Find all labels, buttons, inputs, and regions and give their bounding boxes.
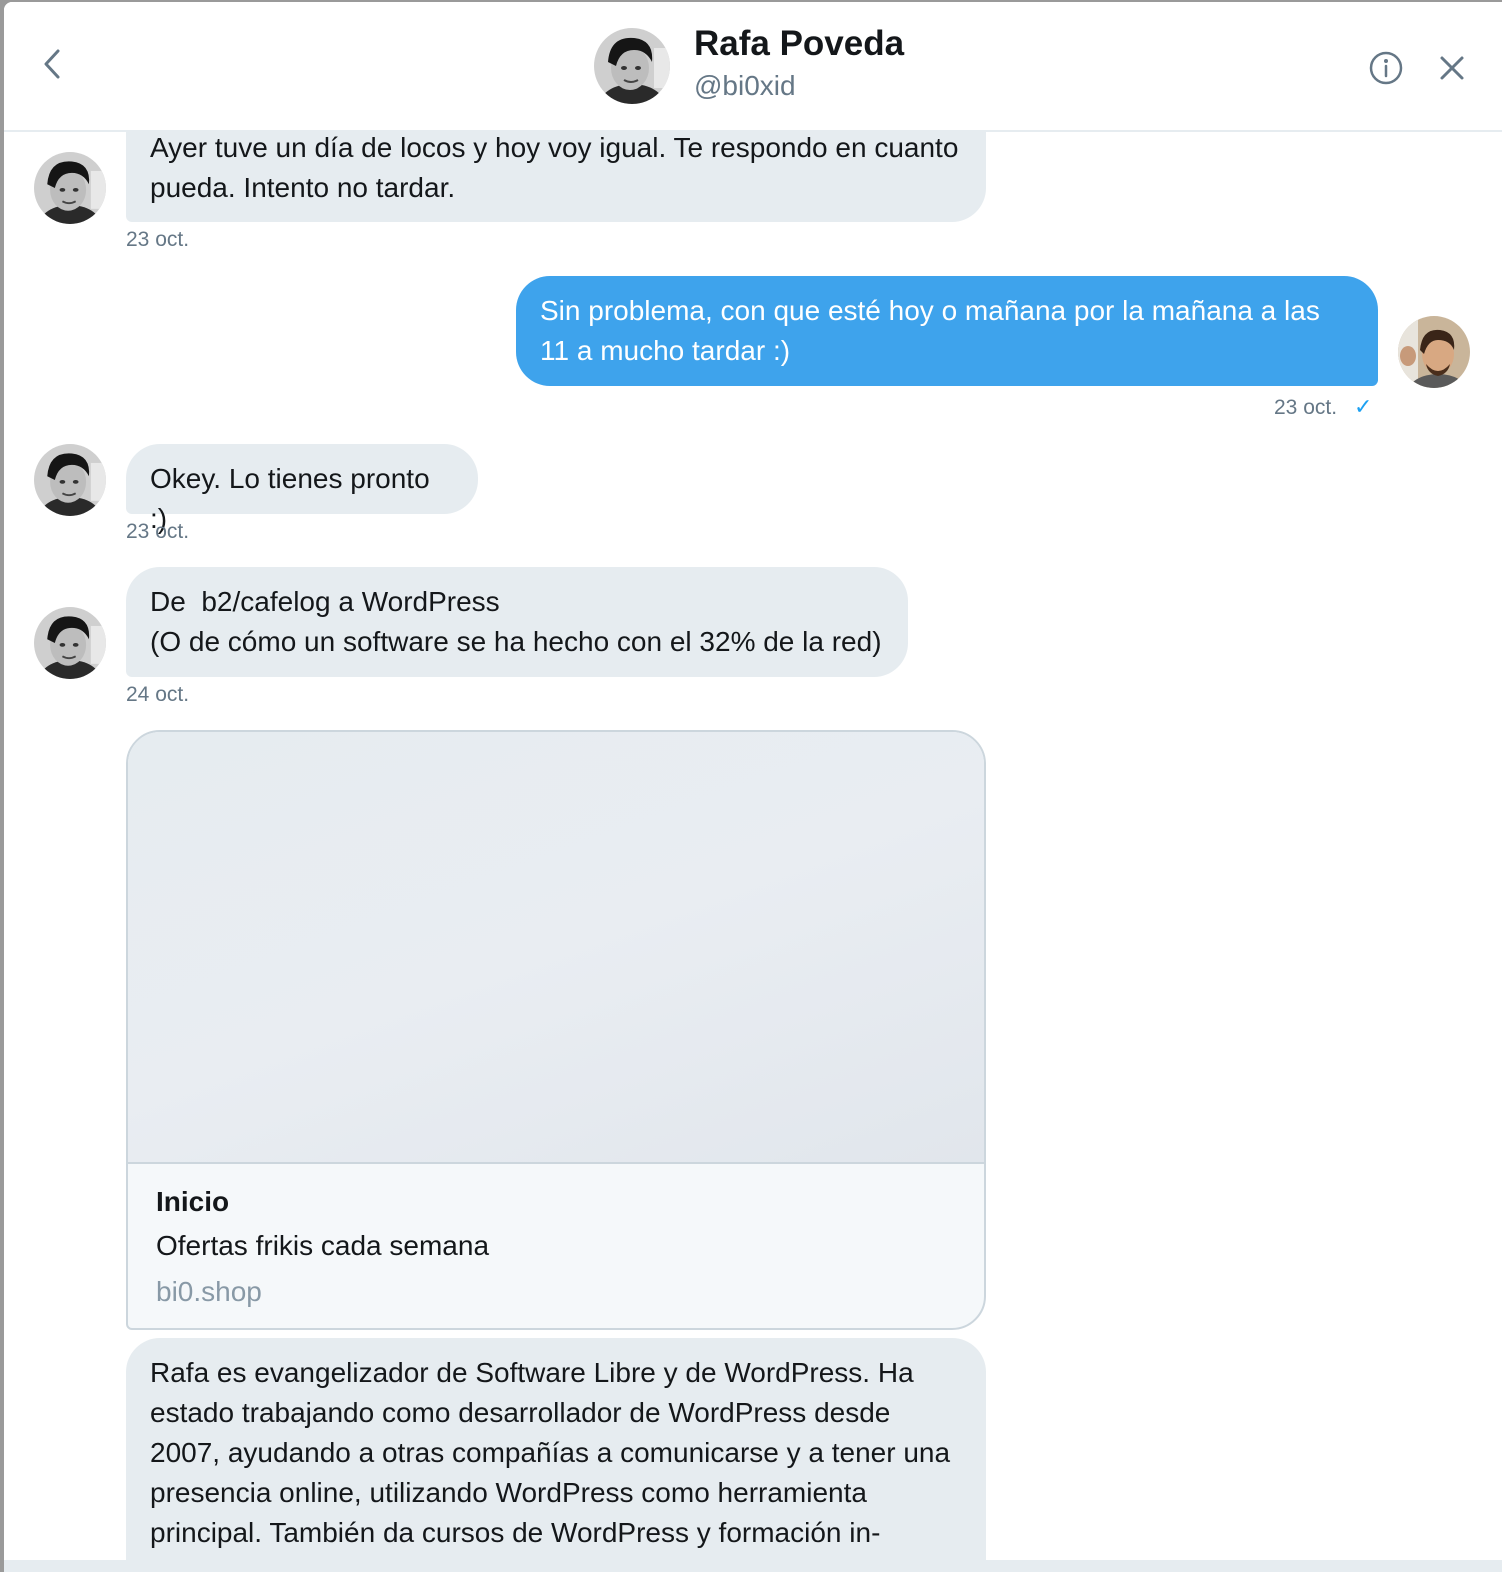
received-message-bubble[interactable]: Okey. Lo tienes pronto :) bbox=[126, 444, 478, 534]
contact-avatar[interactable] bbox=[594, 28, 670, 104]
link-preview-title: Inicio bbox=[156, 1186, 230, 1217]
received-message-bubble[interactable]: Rafa es evangelizador de Software Libre … bbox=[126, 1338, 986, 1572]
message-timestamp: 23 oct. bbox=[1274, 396, 1338, 419]
link-preview-card[interactable]: Inicio Ofertas frikis cada semana bi0.sh… bbox=[126, 730, 986, 1330]
message-text-line: presencia online, utilizando WordPress c… bbox=[150, 1477, 867, 1508]
message-text-line: 11 a mucho tardar :) bbox=[540, 335, 791, 366]
message-text-line: Rafa es evangelizador de Software Libre … bbox=[150, 1357, 914, 1388]
message-text-line: Okey. Lo tienes pronto :) bbox=[150, 463, 430, 534]
read-receipt-icon: ✓ bbox=[1354, 394, 1373, 419]
info-button[interactable] bbox=[1364, 46, 1408, 90]
message-text-line: estado trabajando como desarrollador de … bbox=[150, 1397, 891, 1428]
dm-conversation-window: Rafa Poveda @bi0xid Ayer tuve un día de … bbox=[4, 2, 1502, 1572]
sender-avatar[interactable] bbox=[34, 607, 106, 679]
contact-handle[interactable]: @bi0xid bbox=[694, 70, 796, 102]
message-timestamp: 24 oct. bbox=[126, 683, 190, 706]
link-preview-description: Ofertas frikis cada semana bbox=[156, 1230, 490, 1261]
message-text-line: Ayer tuve un día de locos y hoy voy igua… bbox=[150, 132, 959, 163]
message-text-line: 2007, ayudando a otras compañías a comun… bbox=[150, 1437, 951, 1468]
message-text-line: principal. También da cursos de WordPres… bbox=[150, 1517, 881, 1548]
message-timestamp: 23 oct. bbox=[126, 520, 190, 543]
sent-message-bubble[interactable]: Sin problema, con que esté hoy o mañana … bbox=[516, 276, 1378, 386]
link-preview-domain: bi0.shop bbox=[156, 1276, 262, 1307]
conversation-header: Rafa Poveda @bi0xid bbox=[4, 2, 1502, 132]
chevron-left-icon bbox=[44, 49, 60, 79]
sender-avatar[interactable] bbox=[34, 152, 106, 224]
message-timestamp: 23 oct. bbox=[126, 228, 190, 251]
message-text-line: Sin problema, con que esté hoy o mañana … bbox=[540, 295, 1320, 326]
back-button[interactable] bbox=[30, 38, 74, 90]
message-text-line: pueda. Intento no tardar. bbox=[150, 172, 456, 203]
close-icon bbox=[1440, 56, 1464, 80]
link-preview-image bbox=[128, 732, 984, 1164]
received-message-bubble[interactable]: De b2/cafelog a WordPress (O de cómo un … bbox=[126, 567, 908, 677]
my-avatar[interactable] bbox=[1398, 316, 1470, 388]
composer-edge bbox=[4, 1560, 1502, 1572]
message-text-line: De b2/cafelog a WordPress bbox=[150, 586, 500, 617]
sender-avatar[interactable] bbox=[34, 444, 106, 516]
close-button[interactable] bbox=[1430, 46, 1474, 90]
info-icon bbox=[1369, 51, 1403, 85]
contact-name[interactable]: Rafa Poveda bbox=[694, 24, 904, 64]
message-text-line: (O de cómo un software se ha hecho con e… bbox=[150, 626, 882, 657]
